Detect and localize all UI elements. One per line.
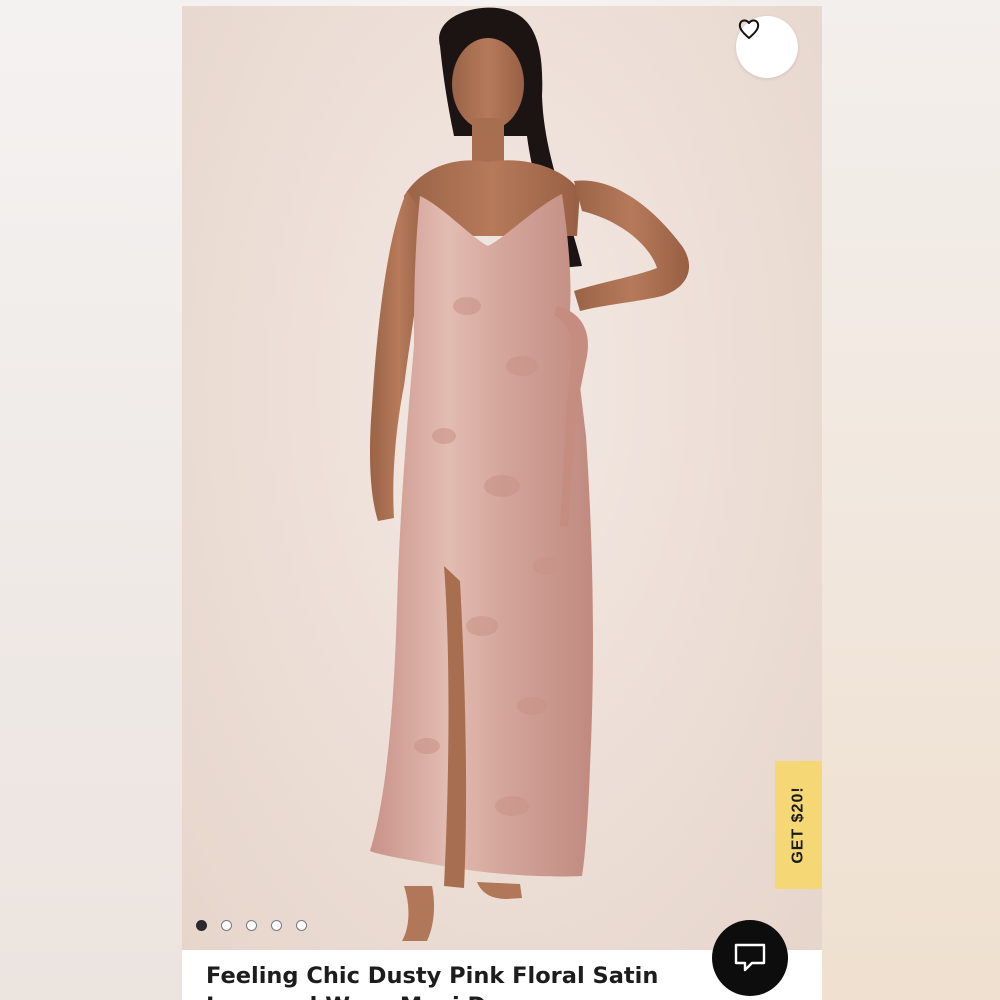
product-image[interactable]: GET $20!	[182, 6, 822, 950]
wishlist-button[interactable]	[736, 16, 798, 78]
carousel-dot-2[interactable]	[221, 920, 232, 931]
product-title: Feeling Chic Dusty Pink Floral Satin Jac…	[206, 963, 659, 1000]
blurred-backdrop-left	[0, 0, 182, 1000]
model-illustration	[370, 7, 690, 941]
chat-button[interactable]	[712, 920, 788, 996]
carousel-dot-3[interactable]	[246, 920, 257, 931]
promo-tab-label: GET $20!	[789, 786, 807, 864]
carousel-dot-5[interactable]	[296, 920, 307, 931]
product-card: GET $20! Feeling Chic Dusty Pink Floral …	[182, 6, 822, 1000]
blurred-backdrop-right	[820, 0, 1000, 1000]
chat-bubble-icon	[734, 943, 766, 972]
carousel-dot-1[interactable]	[196, 920, 207, 931]
heart-outline-icon	[738, 19, 760, 39]
carousel-indicators	[196, 920, 307, 931]
promo-tab[interactable]: GET $20!	[775, 761, 822, 889]
carousel-dot-4[interactable]	[271, 920, 282, 931]
